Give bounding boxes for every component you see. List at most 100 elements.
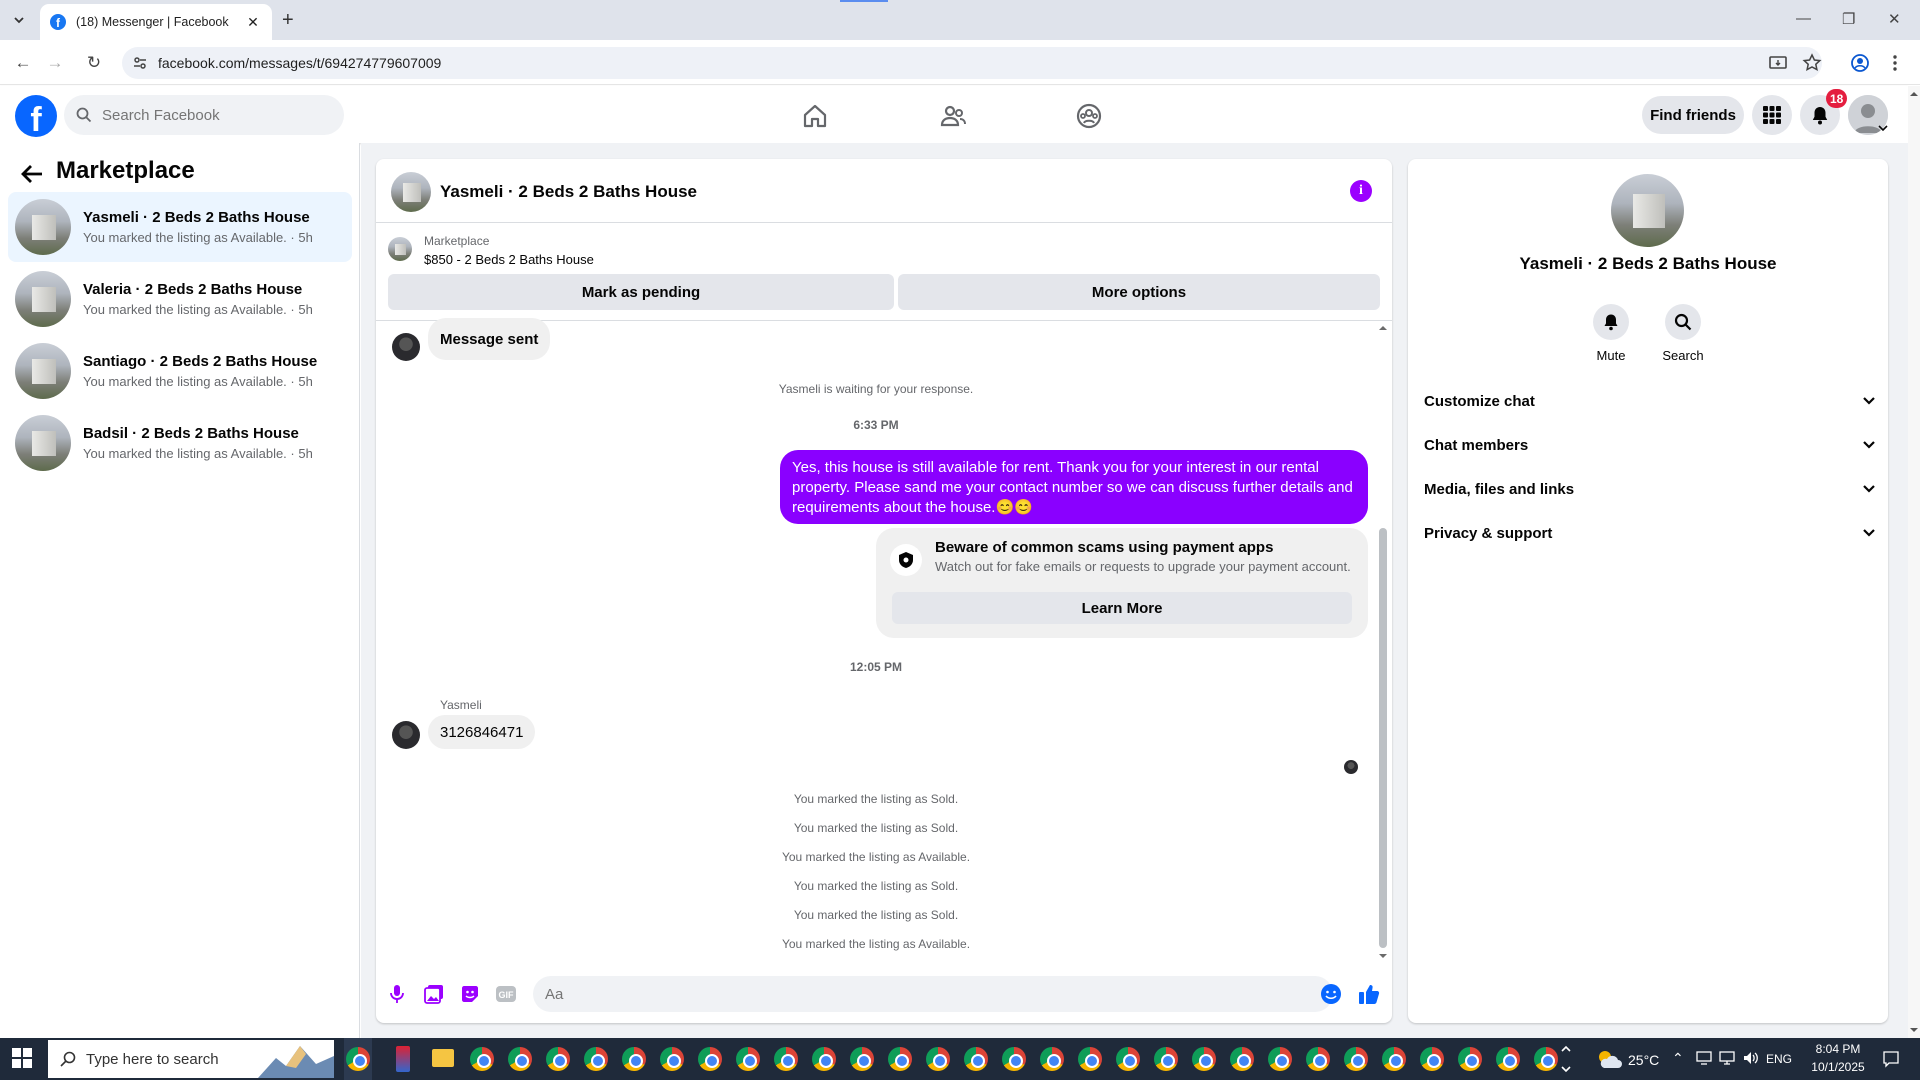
browser-menu-icon[interactable] bbox=[1891, 53, 1899, 73]
home-icon[interactable] bbox=[799, 100, 831, 132]
sticker-icon[interactable] bbox=[459, 983, 481, 1005]
details-thumbnail[interactable] bbox=[1611, 174, 1684, 247]
bookmark-star-icon[interactable] bbox=[1802, 53, 1822, 73]
chrome-taskbar-icon[interactable] bbox=[1116, 1047, 1140, 1071]
chrome-taskbar-icon[interactable] bbox=[774, 1047, 798, 1071]
conversation-item[interactable]: Yasmeli · 2 Beds 2 Baths House You marked… bbox=[8, 192, 352, 262]
tab-search-chevron-icon[interactable] bbox=[8, 9, 30, 31]
mark-as-pending-button[interactable]: Mark as pending bbox=[388, 274, 894, 310]
chat-members-row[interactable]: Chat members bbox=[1424, 425, 1876, 465]
taskbar-scroll-arrows-icon[interactable] bbox=[1560, 1042, 1572, 1076]
back-arrow-icon[interactable] bbox=[18, 160, 46, 188]
chat-scrollbar-thumb[interactable] bbox=[1379, 528, 1387, 948]
chrome-taskbar-icon[interactable] bbox=[850, 1047, 874, 1071]
notification-center-icon[interactable] bbox=[1882, 1050, 1900, 1068]
app-taskbar-icon[interactable] bbox=[396, 1046, 410, 1072]
restore-icon[interactable]: ❐ bbox=[1842, 10, 1855, 28]
reload-icon[interactable]: ↻ bbox=[83, 52, 105, 74]
emoji-icon[interactable] bbox=[1320, 983, 1342, 1005]
site-info-icon[interactable] bbox=[132, 55, 148, 71]
install-app-icon[interactable] bbox=[1768, 53, 1788, 73]
page-scrollbar[interactable] bbox=[1908, 86, 1920, 1038]
outgoing-message[interactable]: Yes, this house is still available for r… bbox=[780, 450, 1368, 524]
search-box[interactable] bbox=[64, 95, 344, 135]
chrome-taskbar-icon[interactable] bbox=[1002, 1047, 1026, 1071]
groups-icon[interactable] bbox=[1073, 100, 1105, 132]
chat-thumbnail[interactable] bbox=[391, 172, 431, 212]
customize-chat-row[interactable]: Customize chat bbox=[1424, 381, 1876, 421]
conversation-item[interactable]: Valeria · 2 Beds 2 Baths House You marked… bbox=[8, 264, 352, 334]
thumbs-up-icon[interactable] bbox=[1358, 983, 1380, 1005]
chrome-taskbar-icon[interactable] bbox=[660, 1047, 684, 1071]
chrome-taskbar-icon[interactable] bbox=[346, 1047, 370, 1071]
chrome-taskbar-icon[interactable] bbox=[1420, 1047, 1444, 1071]
chrome-taskbar-icon[interactable] bbox=[1268, 1047, 1292, 1071]
chrome-taskbar-icon[interactable] bbox=[736, 1047, 760, 1071]
clock-date[interactable]: 10/1/2025 bbox=[1806, 1060, 1870, 1074]
taskbar-search[interactable]: Type here to search bbox=[48, 1040, 334, 1078]
account-chevron-icon[interactable] bbox=[1878, 124, 1888, 132]
friends-icon[interactable] bbox=[937, 100, 969, 132]
chrome-taskbar-icon[interactable] bbox=[1496, 1047, 1520, 1071]
menu-grid-icon[interactable] bbox=[1752, 95, 1792, 135]
mute-action[interactable]: Mute bbox=[1581, 304, 1641, 363]
chrome-taskbar-icon[interactable] bbox=[584, 1047, 608, 1071]
message-input[interactable] bbox=[533, 976, 1333, 1012]
chrome-taskbar-icon[interactable] bbox=[622, 1047, 646, 1071]
network-icon[interactable] bbox=[1718, 1050, 1736, 1066]
back-icon[interactable]: ← bbox=[12, 52, 34, 74]
chrome-taskbar-icon[interactable] bbox=[964, 1047, 988, 1071]
tray-chevron-up-icon[interactable]: ⌃ bbox=[1672, 1050, 1684, 1067]
search-input[interactable] bbox=[102, 106, 322, 124]
chrome-taskbar-icon[interactable] bbox=[926, 1047, 950, 1071]
media-files-links-row[interactable]: Media, files and links bbox=[1424, 469, 1876, 509]
message-sent-bubble[interactable]: Message sent bbox=[428, 318, 551, 360]
sender-avatar[interactable] bbox=[392, 333, 420, 361]
photo-icon[interactable] bbox=[423, 983, 445, 1005]
chrome-taskbar-icon[interactable] bbox=[508, 1047, 532, 1071]
microphone-icon[interactable] bbox=[386, 983, 408, 1005]
find-friends-button[interactable]: Find friends bbox=[1642, 96, 1744, 134]
chat-title[interactable]: Yasmeli · 2 Beds 2 Baths House bbox=[440, 182, 697, 202]
chrome-taskbar-icon[interactable] bbox=[1458, 1047, 1482, 1071]
chrome-taskbar-icon[interactable] bbox=[812, 1047, 836, 1071]
browser-tab[interactable]: f (18) Messenger | Facebook ✕ bbox=[40, 4, 272, 40]
address-bar[interactable]: facebook.com/messages/t/694274779607009 bbox=[122, 47, 1822, 79]
forward-icon[interactable]: → bbox=[44, 52, 66, 74]
tab-close-icon[interactable]: ✕ bbox=[244, 14, 262, 31]
conversation-item[interactable]: Santiago · 2 Beds 2 Baths House You marke… bbox=[8, 336, 352, 406]
window-close-icon[interactable]: ✕ bbox=[1888, 10, 1901, 28]
facebook-logo-icon[interactable]: f bbox=[15, 95, 57, 137]
sender-avatar[interactable] bbox=[392, 721, 420, 749]
file-explorer-icon[interactable] bbox=[432, 1049, 454, 1067]
chrome-taskbar-icon[interactable] bbox=[1078, 1047, 1102, 1071]
display-icon[interactable] bbox=[1696, 1050, 1712, 1066]
incoming-message[interactable]: 3126846471 bbox=[428, 715, 536, 749]
language-indicator[interactable]: ENG bbox=[1766, 1052, 1792, 1066]
search-action[interactable]: Search bbox=[1653, 304, 1713, 363]
chrome-taskbar-icon[interactable] bbox=[1382, 1047, 1406, 1071]
chrome-taskbar-icon[interactable] bbox=[1154, 1047, 1178, 1071]
gif-icon[interactable]: GIF bbox=[495, 983, 517, 1005]
chrome-taskbar-icon[interactable] bbox=[546, 1047, 570, 1071]
info-icon[interactable]: i bbox=[1350, 180, 1372, 202]
chrome-taskbar-icon[interactable] bbox=[1230, 1047, 1254, 1071]
chrome-taskbar-icon[interactable] bbox=[698, 1047, 722, 1071]
privacy-support-row[interactable]: Privacy & support bbox=[1424, 513, 1876, 553]
volume-icon[interactable] bbox=[1742, 1050, 1760, 1066]
chrome-taskbar-icon[interactable] bbox=[888, 1047, 912, 1071]
profile-icon[interactable] bbox=[1850, 53, 1870, 73]
chrome-taskbar-icon[interactable] bbox=[470, 1047, 494, 1071]
clock-time[interactable]: 8:04 PM bbox=[1806, 1042, 1870, 1056]
chrome-taskbar-icon[interactable] bbox=[1192, 1047, 1216, 1071]
new-tab-button[interactable]: + bbox=[282, 10, 294, 30]
learn-more-button[interactable]: Learn More bbox=[892, 592, 1352, 624]
minimize-icon[interactable]: — bbox=[1796, 10, 1811, 27]
conversation-item[interactable]: Badsil · 2 Beds 2 Baths House You marked … bbox=[8, 408, 352, 478]
listing-price[interactable]: $850 - 2 Beds 2 Baths House bbox=[424, 252, 594, 267]
chrome-taskbar-icon[interactable] bbox=[1534, 1047, 1558, 1071]
weather-icon[interactable] bbox=[1596, 1048, 1622, 1070]
windows-start-icon[interactable] bbox=[12, 1048, 32, 1068]
more-options-button[interactable]: More options bbox=[898, 274, 1380, 310]
chrome-taskbar-icon[interactable] bbox=[1344, 1047, 1368, 1071]
